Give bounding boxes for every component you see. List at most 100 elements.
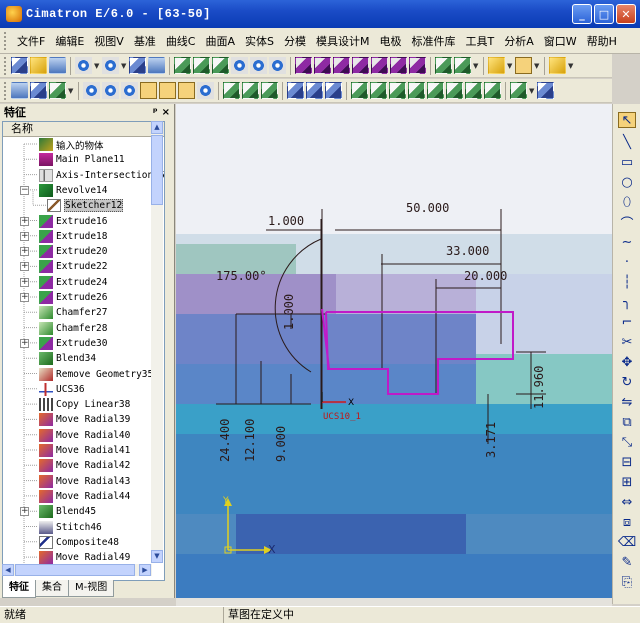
line-tool-icon[interactable]	[287, 82, 304, 99]
tree-item[interactable]: Move Radial41	[39, 443, 130, 458]
chamfer-corner-icon[interactable]: ⌐	[618, 314, 636, 330]
scroll-left-icon[interactable]: ◀	[2, 564, 14, 576]
rotate-icon[interactable]: ↻	[618, 374, 636, 390]
curve-tool-icon-5[interactable]	[427, 82, 444, 99]
shaded-view-icon[interactable]	[295, 57, 312, 74]
tree-item[interactable]: Extrude16	[39, 214, 107, 229]
trim-icon[interactable]	[242, 82, 259, 99]
tree-item[interactable]: Move Radial39	[39, 412, 130, 427]
tree-item[interactable]: Chamfer27	[39, 305, 107, 320]
constraint-icon-3[interactable]	[178, 82, 195, 99]
tree-item[interactable]: Extrude26	[39, 290, 107, 305]
open-file-icon[interactable]	[30, 57, 47, 74]
tree-hscroll-thumb[interactable]	[15, 564, 135, 576]
color-palette-icon[interactable]	[549, 57, 566, 74]
close-button[interactable]: ✕	[616, 4, 636, 24]
tree-column-header[interactable]: 名称	[3, 122, 164, 137]
expand-icon[interactable]: +	[20, 277, 29, 287]
arc-icon[interactable]: ⌒	[618, 214, 636, 232]
menu-standard-parts[interactable]: 标准件库	[407, 33, 461, 49]
expand-icon[interactable]: +	[20, 231, 29, 241]
curve-tool-icon-4[interactable]	[408, 82, 425, 99]
tree-item[interactable]: Move Radial42	[39, 458, 130, 473]
cimatron-app-icon[interactable]	[6, 6, 22, 22]
dash-tool-icon[interactable]	[306, 82, 323, 99]
filter-icon-2[interactable]	[102, 82, 119, 99]
render-dropdown-icon[interactable]: ▼	[473, 62, 479, 70]
tree-item[interactable]: Chamfer28	[39, 321, 107, 336]
curve-tool-icon-6[interactable]	[446, 82, 463, 99]
dim-label-vertical[interactable]: 12.100	[243, 419, 257, 462]
curve-tool-icon-2[interactable]	[370, 82, 387, 99]
zoom-prev-icon[interactable]	[212, 57, 229, 74]
expand-icon[interactable]: +	[20, 293, 29, 302]
select-arrow-icon[interactable]: ↖	[618, 112, 636, 128]
menu-window[interactable]: 窗口W	[539, 33, 582, 49]
filter-icon-1[interactable]	[83, 82, 100, 99]
expand-icon[interactable]: +	[20, 338, 29, 348]
move-icon[interactable]: ✥	[618, 354, 636, 370]
tree-item[interactable]: Composite48	[39, 535, 119, 550]
top-view-icon[interactable]	[333, 57, 350, 74]
exit-sketch-icon[interactable]	[11, 82, 28, 99]
erase-icon[interactable]: ⌫	[618, 534, 636, 550]
tree-item[interactable]: Main Plane11	[39, 152, 125, 167]
toolbar-grip[interactable]	[4, 56, 7, 75]
undo-icon[interactable]	[75, 57, 92, 74]
curve-tool-icon-8[interactable]	[484, 82, 501, 99]
pin-icon[interactable]: ᵖ	[153, 107, 158, 118]
menu-grip[interactable]	[4, 31, 8, 50]
back-view-icon[interactable]	[409, 57, 426, 74]
sketch-canvas[interactable]: X 1.000 50.000 33.000 20.000 175.00° 1.0…	[176, 104, 612, 598]
zoom-icon[interactable]	[231, 57, 248, 74]
tree-item[interactable]: Revolve14	[39, 183, 107, 198]
offset-icon[interactable]	[261, 82, 278, 99]
menu-solid[interactable]: 实体S	[240, 33, 279, 49]
dimension-icon[interactable]	[223, 82, 240, 99]
tab-sets[interactable]: 集合	[35, 580, 69, 597]
save-icon[interactable]	[49, 57, 66, 74]
refresh-icon[interactable]	[148, 57, 165, 74]
expand-icon[interactable]: +	[20, 507, 29, 517]
tree-item[interactable]: Extrude24	[39, 275, 107, 290]
export-icon[interactable]: ⎘	[618, 574, 636, 590]
tab-m-view[interactable]: M-视图	[68, 580, 115, 597]
zoom-all-icon[interactable]	[174, 57, 191, 74]
ellipse-icon[interactable]: ⬯	[618, 194, 636, 210]
spline-icon[interactable]: ∼	[618, 234, 636, 250]
scroll-down-icon[interactable]: ▼	[151, 550, 163, 563]
constraint-h-icon[interactable]: ⊟	[618, 454, 636, 470]
dim-label-vertical[interactable]: 11.960	[532, 366, 546, 409]
scroll-right-icon[interactable]: ▶	[139, 564, 151, 576]
iso-view-icon[interactable]	[314, 57, 331, 74]
menu-file[interactable]: 文件F	[12, 33, 50, 49]
constraint-icon-1[interactable]	[140, 82, 157, 99]
menu-curve[interactable]: 曲线C	[161, 33, 201, 49]
copy-icon[interactable]: ⧉	[618, 414, 636, 430]
menu-datum[interactable]: 基准	[129, 33, 161, 49]
expand-icon[interactable]: +	[20, 262, 29, 272]
menu-analysis[interactable]: 分析A	[499, 33, 539, 49]
rotate-icon[interactable]	[269, 57, 286, 74]
tree-item[interactable]: Sketcher12	[47, 198, 124, 213]
new-file-icon[interactable]	[11, 57, 28, 74]
constraint-icon-4[interactable]	[197, 82, 214, 99]
tree-vertical-scrollbar[interactable]: ▲ ▼	[151, 121, 163, 563]
menu-electrode[interactable]: 电极	[375, 33, 407, 49]
scroll-up-icon[interactable]: ▲	[151, 121, 163, 134]
tree-item[interactable]: Stitch46	[39, 520, 102, 535]
tree-item[interactable]: Move Radial40	[39, 428, 130, 443]
dim-label-horizontal[interactable]: 50.000	[406, 201, 449, 215]
menu-mold-design[interactable]: 模具设计M	[311, 33, 375, 49]
collapse-icon[interactable]: −	[20, 185, 29, 195]
toolbar-grip[interactable]	[4, 81, 7, 100]
point-icon[interactable]: ·	[618, 254, 636, 270]
panel-close-icon[interactable]: ×	[162, 107, 170, 118]
light-bulb-icon[interactable]	[488, 57, 505, 74]
select-dropdown-icon[interactable]: ▼	[68, 87, 74, 95]
scissors-icon[interactable]: ✂	[618, 334, 636, 350]
tree-horizontal-scrollbar[interactable]: ◀ ▶	[2, 564, 152, 576]
select-mode-icon[interactable]	[49, 82, 66, 99]
dim-label-horizontal[interactable]: 33.000	[446, 244, 489, 258]
color-dropdown-icon[interactable]: ▼	[568, 62, 574, 70]
